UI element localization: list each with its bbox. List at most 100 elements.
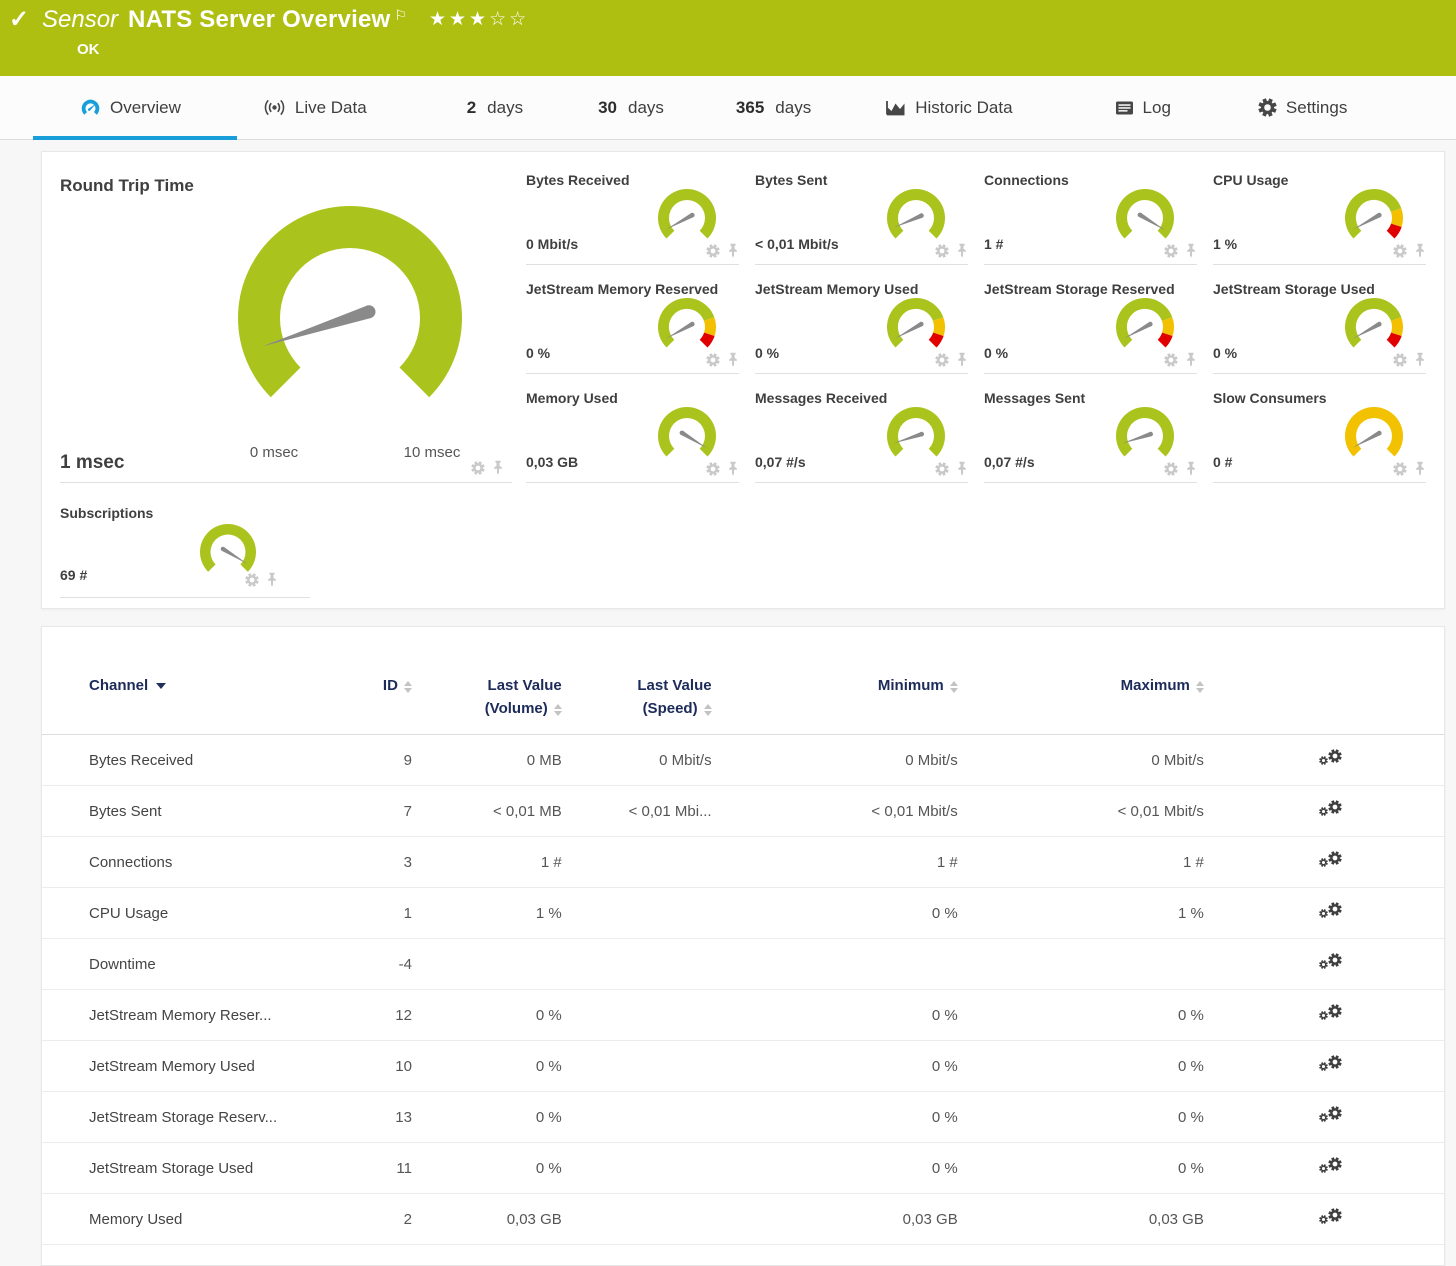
tab-overview[interactable]: Overview xyxy=(80,76,181,139)
channel-settings-gears-icon[interactable] xyxy=(1319,800,1342,819)
gear-icon[interactable] xyxy=(706,244,720,258)
channel-name: Connections xyxy=(42,837,363,888)
gauge-tile-jetstream-storage-reserved[interactable]: JetStream Storage Reserved0 % xyxy=(984,279,1197,374)
pin-icon[interactable] xyxy=(956,243,968,258)
priority-stars[interactable]: ★★★☆☆ xyxy=(429,8,529,31)
pin-icon[interactable] xyxy=(266,572,278,587)
gauge-tile-messages-sent[interactable]: Messages Sent0,07 #/s xyxy=(984,388,1197,483)
gauge-value: 0 % xyxy=(526,345,550,361)
gear-icon[interactable] xyxy=(706,462,720,476)
channel-settings-gears-icon[interactable] xyxy=(1319,1106,1342,1125)
tab-365-days[interactable]: 365days xyxy=(736,76,811,139)
tab-label: Log xyxy=(1143,98,1171,118)
status-badge: OK xyxy=(77,41,1456,58)
pin-icon[interactable] xyxy=(1185,243,1197,258)
maximum-value xyxy=(968,939,1214,990)
column-header-last-value-speed[interactable]: Last Value(Speed) xyxy=(572,675,722,735)
gauge-scale-min: 0 msec xyxy=(250,444,298,461)
sort-toggle-icon[interactable] xyxy=(554,704,562,716)
gear-icon[interactable] xyxy=(1393,462,1407,476)
channel-settings-gears-icon[interactable] xyxy=(1319,851,1342,870)
gauge-tile-jetstream-memory-used[interactable]: JetStream Memory Used0 % xyxy=(755,279,968,374)
gauge-value: 1 % xyxy=(1213,236,1237,252)
tab-30-days[interactable]: 30days xyxy=(598,76,664,139)
sort-desc-icon[interactable] xyxy=(156,683,166,689)
minimum-value: 0 % xyxy=(722,1041,968,1092)
chart-icon xyxy=(885,99,906,116)
last-value-speed xyxy=(572,990,722,1041)
column-header-minimum[interactable]: Minimum xyxy=(722,675,968,735)
last-value-speed xyxy=(572,837,722,888)
minimum-value: 0 % xyxy=(722,888,968,939)
pin-icon[interactable] xyxy=(956,461,968,476)
gear-icon[interactable] xyxy=(471,461,485,475)
gear-icon[interactable] xyxy=(1393,353,1407,367)
gauge-tile-subscriptions[interactable]: Subscriptions 69 # xyxy=(60,483,310,598)
gear-icon[interactable] xyxy=(245,573,259,587)
last-value-speed: < 0,01 Mbi... xyxy=(572,786,722,837)
pin-icon[interactable] xyxy=(727,352,739,367)
pin-icon[interactable] xyxy=(727,243,739,258)
sort-toggle-icon[interactable] xyxy=(1196,681,1204,693)
pin-icon[interactable] xyxy=(1414,461,1426,476)
gauge-tile-memory-used[interactable]: Memory Used0,03 GB xyxy=(526,388,739,483)
channel-settings-gears-icon[interactable] xyxy=(1319,1055,1342,1074)
pin-icon[interactable] xyxy=(1414,352,1426,367)
gauge-tile-jetstream-memory-reserved[interactable]: JetStream Memory Reserved0 % xyxy=(526,279,739,374)
gauge-tile-bytes-received[interactable]: Bytes Received0 Mbit/s xyxy=(526,170,739,265)
channel-name: Bytes Sent xyxy=(42,786,363,837)
gauge-tile-messages-received[interactable]: Messages Received0,07 #/s xyxy=(755,388,968,483)
column-header-maximum[interactable]: Maximum xyxy=(968,675,1214,735)
sort-toggle-icon[interactable] xyxy=(404,681,412,693)
column-header-last-value-volume[interactable]: Last Value(Volume) xyxy=(422,675,572,735)
tab-historic-data[interactable]: Historic Data xyxy=(885,76,1012,139)
gauge-tile-connections[interactable]: Connections1 # xyxy=(984,170,1197,265)
pin-icon[interactable] xyxy=(492,460,504,475)
tab-settings[interactable]: Settings xyxy=(1258,76,1347,139)
channel-name: Memory Used xyxy=(42,1194,363,1245)
sensor-header: ✓ Sensor NATS Server Overview ⚐ ★★★☆☆ OK xyxy=(0,0,1456,76)
page-title: NATS Server Overview xyxy=(128,6,390,34)
pin-icon[interactable] xyxy=(727,461,739,476)
gear-icon[interactable] xyxy=(935,244,949,258)
gauge-tile-bytes-sent[interactable]: Bytes Sent< 0,01 Mbit/s xyxy=(755,170,968,265)
gear-icon[interactable] xyxy=(935,353,949,367)
pin-icon[interactable] xyxy=(956,352,968,367)
sort-toggle-icon[interactable] xyxy=(704,704,712,716)
tab-2-days[interactable]: 2days xyxy=(467,76,523,139)
primary-gauge-tile[interactable]: Round Trip Time 0 msec 10 msec 1 msec xyxy=(60,164,512,483)
channel-settings-gears-icon[interactable] xyxy=(1319,1157,1342,1176)
gear-icon[interactable] xyxy=(706,353,720,367)
pin-icon[interactable] xyxy=(1185,352,1197,367)
channel-id: 1 xyxy=(363,888,422,939)
channel-settings-gears-icon[interactable] xyxy=(1319,902,1342,921)
gear-icon[interactable] xyxy=(1393,244,1407,258)
pin-icon[interactable] xyxy=(1185,461,1197,476)
channel-settings-gears-icon[interactable] xyxy=(1319,1208,1342,1227)
flag-icon[interactable]: ⚐ xyxy=(394,8,407,22)
last-value-volume: 0,03 GB xyxy=(422,1194,572,1245)
tab-log[interactable]: Log xyxy=(1115,76,1171,139)
column-header-channel[interactable]: Channel xyxy=(42,675,363,735)
gauge-tile-slow-consumers[interactable]: Slow Consumers0 # xyxy=(1213,388,1426,483)
gear-icon[interactable] xyxy=(935,462,949,476)
table-row-jetstream-storage-used: JetStream Storage Used110 %0 %0 % xyxy=(42,1143,1444,1194)
channel-settings-gears-icon[interactable] xyxy=(1319,953,1342,972)
gear-icon[interactable] xyxy=(1164,244,1178,258)
tab-label: days xyxy=(628,98,664,118)
round-trip-gauge xyxy=(200,190,500,425)
channel-settings-gears-icon[interactable] xyxy=(1319,1004,1342,1023)
column-header-id[interactable]: ID xyxy=(363,675,422,735)
minimum-value: 0 Mbit/s xyxy=(722,735,968,786)
pin-icon[interactable] xyxy=(1414,243,1426,258)
maximum-value: 1 % xyxy=(968,888,1214,939)
channel-name: JetStream Storage Used xyxy=(42,1143,363,1194)
channel-settings-gears-icon[interactable] xyxy=(1319,749,1342,768)
sort-toggle-icon[interactable] xyxy=(950,681,958,693)
gauge-tile-cpu-usage[interactable]: CPU Usage1 % xyxy=(1213,170,1426,265)
tab-live-data[interactable]: Live Data xyxy=(263,76,367,139)
gauge-tile-jetstream-storage-used[interactable]: JetStream Storage Used0 % xyxy=(1213,279,1426,374)
gear-icon[interactable] xyxy=(1164,353,1178,367)
table-row-connections: Connections31 #1 #1 # xyxy=(42,837,1444,888)
gear-icon[interactable] xyxy=(1164,462,1178,476)
